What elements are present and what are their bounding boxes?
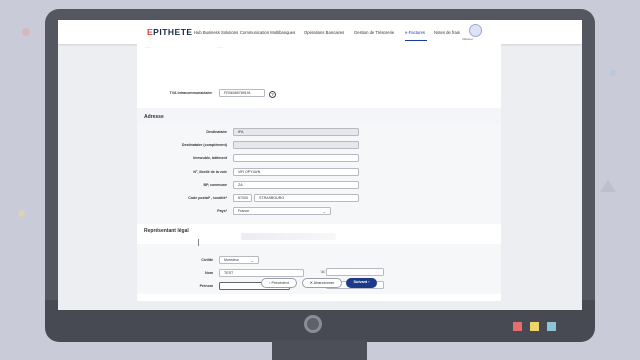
representant-title: Représentant légal xyxy=(144,228,189,234)
prenom-label: Prénom xyxy=(199,284,213,288)
code-postal-label: Code postal* , localité* xyxy=(188,196,227,200)
destinataire-label: Destinataire xyxy=(206,130,227,134)
menu-gestion-tresorerie[interactable]: Gestion de Trésorerie xyxy=(354,30,394,35)
text-cursor xyxy=(198,239,199,246)
background-dot xyxy=(610,70,616,76)
voie-input[interactable]: VIR OPYLWN xyxy=(233,168,359,176)
menu-hub-business[interactable]: Hub Business Solutions xyxy=(194,30,238,35)
color-swatch-yellow xyxy=(530,322,539,331)
top-nav: EPITHETE Hub Business Solutions Communic… xyxy=(58,20,582,44)
code-postal-input[interactable]: 67000 xyxy=(233,194,252,202)
adresse-title: Adresse xyxy=(144,114,164,120)
monitor-stand xyxy=(272,340,367,360)
destinataire-input[interactable]: IFA xyxy=(233,128,359,136)
phone-input[interactable] xyxy=(326,268,384,276)
tva-label: TVA intracommunautaire xyxy=(169,91,212,95)
civilite-label: Civilité xyxy=(201,258,213,262)
complement-label: Destinataire (complément) xyxy=(181,143,227,147)
civilite-select[interactable]: Monsieur ⌄ xyxy=(219,256,259,264)
cancel-button[interactable]: ✕ Abandonner xyxy=(302,278,342,288)
previous-section-fragment: ····· xyxy=(217,45,224,50)
nom-label: Nom xyxy=(205,271,213,275)
chevron-down-icon: ⌄ xyxy=(250,258,254,263)
immeuble-input[interactable] xyxy=(233,154,359,162)
pays-label: Pays* xyxy=(217,209,227,213)
previous-section-fragment: ····· xyxy=(145,45,152,50)
help-icon[interactable]: ? xyxy=(269,91,276,98)
voie-label: N°, libellé de la voie xyxy=(193,170,227,174)
previous-button[interactable]: ‹ Précédent xyxy=(261,278,297,288)
bp-input[interactable]: ZA xyxy=(233,181,359,189)
chevron-down-icon: ⌄ xyxy=(322,209,326,214)
tva-input[interactable]: FR36389789191 xyxy=(219,89,265,97)
menu-e-factures[interactable]: e-Factures xyxy=(405,30,425,35)
phone-icon: ☏ xyxy=(320,269,326,274)
localite-input[interactable]: STRASBOURG xyxy=(254,194,359,202)
next-button[interactable]: Suivant › xyxy=(346,278,377,288)
nom-input[interactable]: TEST xyxy=(219,269,304,277)
app-logo[interactable]: EPITHETE xyxy=(147,27,193,37)
user-label: Utilisateur xyxy=(462,38,474,41)
bp-label: BP, commune xyxy=(203,183,228,187)
menu-notes-de-frais[interactable]: Notes de frais xyxy=(434,30,460,35)
active-menu-indicator xyxy=(405,40,427,41)
color-swatch-blue xyxy=(547,322,556,331)
immeuble-label: Immeuble, bâtiment xyxy=(193,156,227,160)
complement-input[interactable] xyxy=(233,141,359,149)
app-screen: EPITHETE Hub Business Solutions Communic… xyxy=(58,20,582,310)
menu-operations-bancaires[interactable]: Opérations Bancaires xyxy=(304,30,344,35)
background-dot xyxy=(18,210,25,217)
color-swatch-red xyxy=(513,322,522,331)
pays-select[interactable]: France ⌄ xyxy=(233,207,331,215)
background-triangle xyxy=(600,180,616,192)
background-dot xyxy=(22,28,30,36)
adresse-header-band xyxy=(137,108,501,124)
power-button-icon xyxy=(304,315,322,333)
user-avatar-icon[interactable] xyxy=(469,24,482,37)
form-card: ····· ····· TVA intracommunautaire FR363… xyxy=(137,44,501,301)
menu-communication-multibanques[interactable]: Communication Multibanques xyxy=(240,30,295,35)
blurred-content xyxy=(241,233,336,240)
